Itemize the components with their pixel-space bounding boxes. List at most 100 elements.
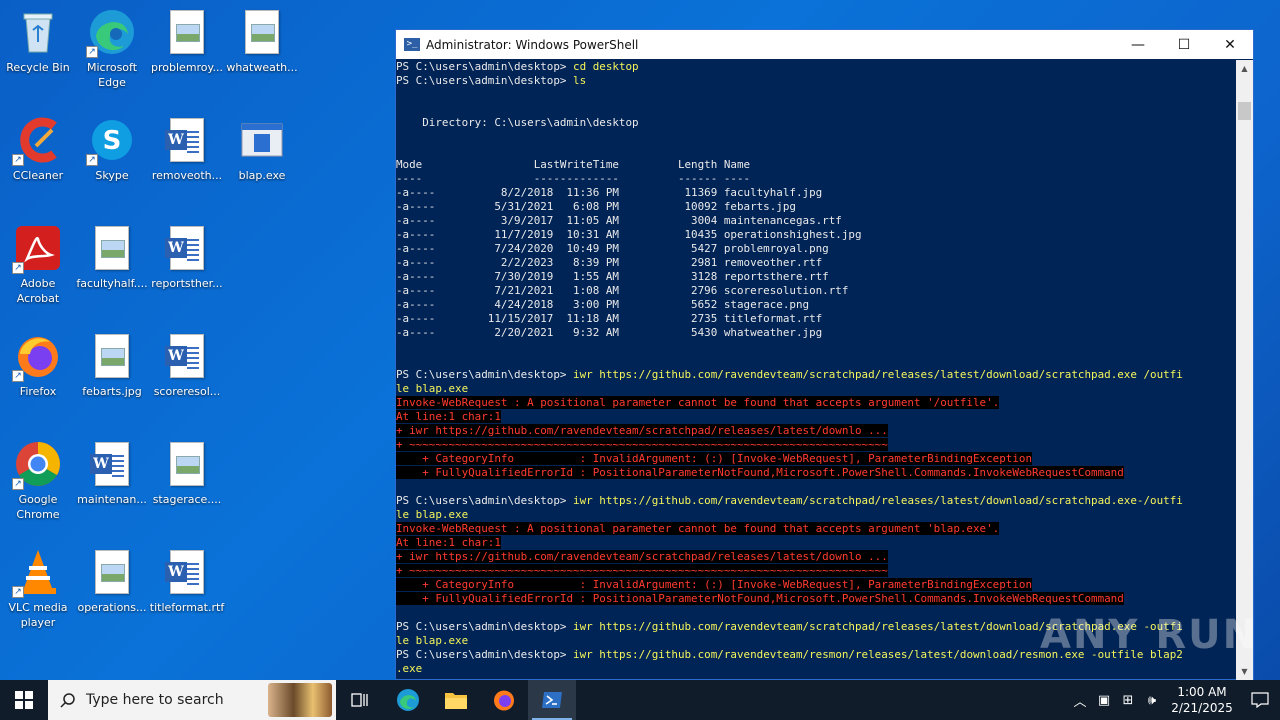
anyrun-watermark: ANY RUN	[1040, 612, 1259, 658]
chevron-up-icon[interactable]: ︿	[1068, 691, 1092, 710]
window-titlebar[interactable]: >_ Administrator: Windows PowerShell — ☐…	[396, 30, 1253, 59]
command-text: iwr https://github.com/ravendevteam/scra…	[573, 494, 1183, 507]
adobe-acrobat-icon[interactable]: ↗ Adobe Acrobat	[0, 224, 76, 306]
console-line: + iwr https://github.com/ravendevteam/sc…	[396, 424, 1236, 438]
system-tray: ︿ ▣ ⊞ 🕪 1:00 AM 2/21/2025	[1068, 680, 1280, 720]
error-text: + ~~~~~~~~~~~~~~~~~~~~~~~~~~~~~~~~~~~~~~…	[396, 564, 888, 577]
console-line: + CategoryInfo : InvalidArgument: (:) [I…	[396, 578, 1236, 592]
scoreresolution-file-icon[interactable]: W scoreresol...	[149, 332, 225, 399]
scroll-down-icon[interactable]: ▼	[1236, 663, 1253, 680]
error-text: + FullyQualifiedErrorId : PositionalPara…	[396, 466, 1124, 479]
problemroyal-file-icon[interactable]: problemroy...	[149, 8, 225, 75]
vertical-scrollbar[interactable]: ▲ ▼	[1236, 60, 1253, 680]
console-line: At line:1 char:1	[396, 410, 1236, 424]
clock[interactable]: 1:00 AM 2/21/2025	[1164, 684, 1240, 716]
error-text: Invoke-WebRequest : A positional paramet…	[396, 396, 1000, 409]
notifications-button[interactable]	[1240, 692, 1280, 708]
scroll-up-icon[interactable]: ▲	[1236, 60, 1253, 77]
console-line: .exe	[396, 662, 1236, 676]
vlc-glyph: ↗	[12, 548, 62, 598]
console-text: -a---- 8/2/2018 11:36 PM 11369 facultyha…	[396, 186, 823, 199]
minimize-button[interactable]: —	[1115, 30, 1161, 59]
notification-icon	[1251, 692, 1269, 708]
command-text: .exe	[396, 662, 423, 675]
vlc-label: VLC media player	[8, 601, 68, 629]
vlc-media-player-icon[interactable]: ↗ VLC media player	[0, 548, 76, 630]
search-highlight-image	[268, 683, 332, 717]
close-button[interactable]: ✕	[1207, 30, 1253, 59]
taskbar-file-explorer[interactable]	[432, 680, 480, 720]
command-text: iwr https://github.com/ravendevteam/scra…	[573, 368, 1183, 381]
maintenancegas-file-icon[interactable]: W maintenan...	[74, 440, 150, 507]
febarts-label: febarts.jpg	[82, 385, 142, 398]
shortcut-arrow-icon: ↗	[12, 370, 24, 382]
word-file-icon: W	[165, 226, 204, 270]
recycle-bin-icon[interactable]: Recycle Bin	[0, 8, 76, 75]
removeother-file-icon[interactable]: W removeoth...	[149, 116, 225, 183]
shortcut-arrow-icon: ↗	[12, 478, 24, 490]
febarts-file-icon[interactable]: febarts.jpg	[74, 332, 150, 399]
titleformat-file-icon[interactable]: W titleformat.rtf	[149, 548, 225, 615]
console-output[interactable]: PS C:\users\admin\desktop> cd desktop PS …	[396, 60, 1236, 680]
adobe-acrobat-label: Adobe Acrobat	[16, 277, 60, 305]
firefox-label: Firefox	[19, 385, 57, 398]
taskbar-firefox[interactable]	[480, 680, 528, 720]
console-line: PS C:\users\admin\desktop> iwr https://g…	[396, 368, 1236, 382]
console-text: -a---- 2/2/2023 8:39 PM 2981 removeother…	[396, 256, 823, 269]
volume-icon[interactable]: 🕪	[1140, 693, 1164, 708]
console-text: ---- ------------- ------ ----	[396, 172, 751, 185]
operationshighest-file-icon[interactable]: operations...	[74, 548, 150, 615]
skype-icon[interactable]: S ↗ Skype	[74, 116, 150, 183]
edge-label: Microsoft Edge	[86, 61, 138, 89]
edge-icon[interactable]: ↗ Microsoft Edge	[74, 8, 150, 90]
console-text: Directory: C:\users\admin\desktop	[396, 116, 639, 129]
shortcut-arrow-icon: ↗	[12, 586, 24, 598]
facultyhalf-file-icon[interactable]: facultyhalf....	[74, 224, 150, 291]
word-file-icon: W	[165, 550, 204, 594]
console-text: -a---- 4/24/2018 3:00 PM 5652 stagerace.…	[396, 298, 810, 311]
device-icon[interactable]: ▣	[1092, 693, 1116, 708]
whatweather-file-icon[interactable]: whatweath...	[224, 8, 300, 75]
firefox-taskbar-icon	[494, 690, 514, 711]
shortcut-arrow-icon: ↗	[86, 154, 98, 166]
word-file-icon: W	[90, 442, 129, 486]
task-view-button[interactable]	[336, 680, 384, 720]
error-text: + CategoryInfo : InvalidArgument: (:) [I…	[396, 452, 1033, 465]
console-line: At line:1 char:1	[396, 536, 1236, 550]
scroll-thumb[interactable]	[1238, 102, 1251, 120]
taskbar-edge[interactable]	[384, 680, 432, 720]
windows-logo-icon	[15, 691, 33, 709]
blap-exe-icon[interactable]: blap.exe	[224, 116, 300, 183]
command-text: le blap.exe	[396, 634, 469, 647]
ccleaner-icon[interactable]: ↗ CCleaner	[0, 116, 76, 183]
error-text: + FullyQualifiedErrorId : PositionalPara…	[396, 592, 1124, 605]
start-button[interactable]	[0, 680, 48, 720]
command-text: cd desktop	[573, 60, 639, 73]
search-icon	[60, 693, 75, 708]
firefox-icon[interactable]: ↗ Firefox	[0, 332, 76, 399]
console-line: PS C:\users\admin\desktop> iwr https://g…	[396, 494, 1236, 508]
reportsthere-file-icon[interactable]: W reportsther...	[149, 224, 225, 291]
titleformat-label: titleformat.rtf	[149, 601, 225, 614]
shortcut-arrow-icon: ↗	[12, 262, 24, 274]
maintenancegas-label: maintenan...	[77, 493, 147, 506]
image-file-icon	[95, 334, 129, 378]
network-icon[interactable]: ⊞	[1116, 693, 1140, 708]
console-text: -a---- 3/9/2017 11:05 AM 3004 maintenanc…	[396, 214, 842, 227]
chrome-glyph: ↗	[12, 440, 62, 490]
taskbar-search[interactable]: Type here to search	[48, 680, 336, 720]
stagerace-file-icon[interactable]: stagerace....	[149, 440, 225, 507]
taskbar-powershell[interactable]	[528, 680, 576, 720]
google-chrome-icon[interactable]: ↗ Google Chrome	[0, 440, 76, 522]
word-file-icon: W	[165, 118, 204, 162]
powershell-window[interactable]: >_ Administrator: Windows PowerShell — ☐…	[395, 29, 1254, 680]
console-text: PS C:\users\admin\desktop>	[396, 368, 574, 381]
maximize-button[interactable]: ☐	[1161, 30, 1207, 59]
image-file-icon	[95, 550, 129, 594]
